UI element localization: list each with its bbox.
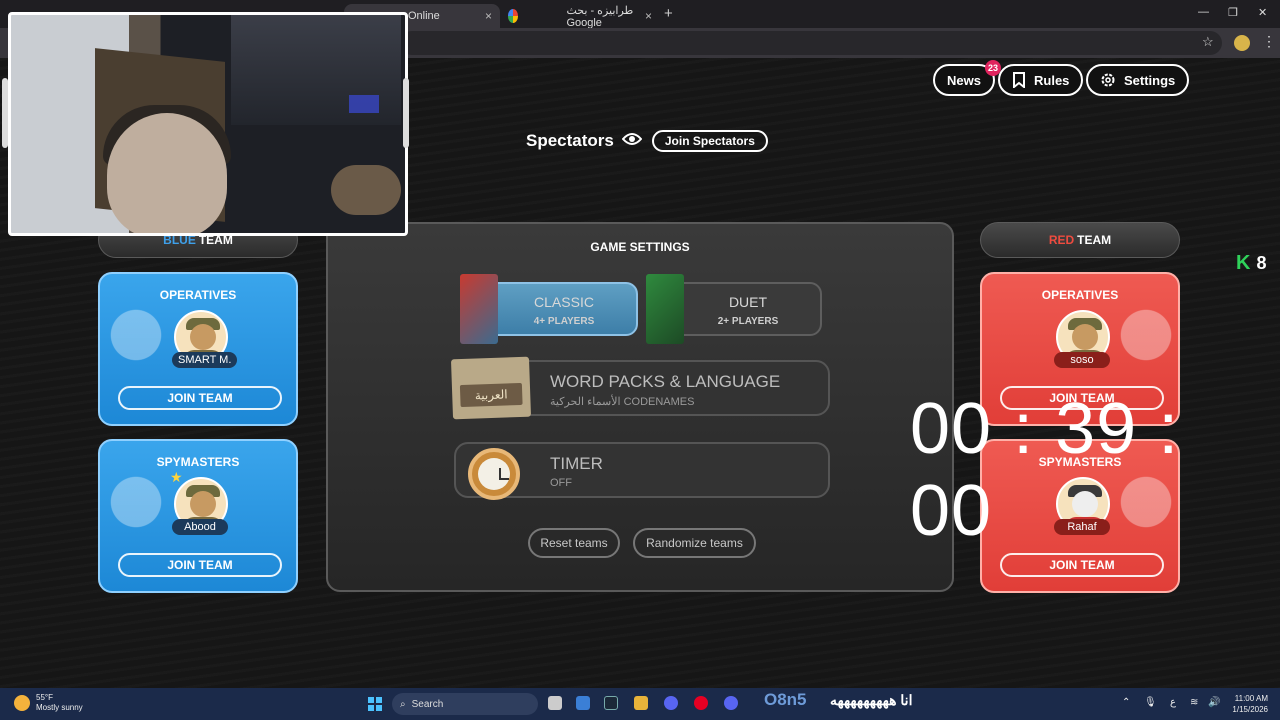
card-title: OPERATIVES xyxy=(159,288,237,302)
codenames-duet-box-image xyxy=(646,274,684,344)
stopwatch-icon xyxy=(468,448,520,500)
red-team-header: RED TEAM xyxy=(980,222,1180,258)
kick-count: 8 xyxy=(1256,253,1267,273)
pinterest-icon[interactable] xyxy=(694,696,708,710)
player-name: Abood xyxy=(172,519,228,535)
word-packs-title: WORD PACKS & LANGUAGE xyxy=(550,372,781,391)
red-team-prefix: RED xyxy=(1048,233,1075,247)
codenames-classic-box-image xyxy=(460,274,498,344)
discord-icon[interactable] xyxy=(664,696,678,710)
bookmark-icon xyxy=(1012,72,1026,88)
settings-button[interactable]: Settings xyxy=(1086,64,1190,96)
red-team-suffix: TEAM xyxy=(1077,233,1112,247)
mode-name: DUET xyxy=(728,294,768,310)
steam-icon[interactable] xyxy=(604,696,618,710)
game-settings-title: GAME SETTINGS xyxy=(590,240,690,254)
join-team-button[interactable]: JOIN TEAM xyxy=(1000,553,1164,577)
menu-kebab-icon[interactable]: ⋮ xyxy=(1262,33,1276,50)
weather-temp: 55°F xyxy=(36,693,53,702)
player-name: SMART M. xyxy=(172,352,238,368)
timer-value: OFF xyxy=(550,477,572,489)
player-name: soso xyxy=(1054,352,1110,368)
clock-time: 11:00 AM xyxy=(1234,694,1268,703)
close-window-button[interactable]: ✕ xyxy=(1258,6,1267,19)
tab-title: Online xyxy=(408,10,440,22)
blue-operatives-card: OPERATIVES SMART M. JOIN TEAM xyxy=(98,272,298,426)
wifi-icon[interactable]: ≋ xyxy=(1190,697,1198,708)
tab-title: طرابيزه - بحث Google xyxy=(566,4,634,29)
file-explorer-icon[interactable] xyxy=(634,696,648,710)
spectators-section: Spectators Join Spectators xyxy=(526,130,768,152)
crown-icon: ★ xyxy=(170,469,183,485)
copilot-icon[interactable] xyxy=(576,696,590,710)
eye-icon xyxy=(621,131,643,151)
minimize-button[interactable]: — xyxy=(1198,6,1209,18)
word-pack-box-image: العربية xyxy=(450,356,532,420)
discord-icon[interactable] xyxy=(724,696,738,710)
taskbar-clock[interactable]: 11:00 AM 1/15/2026 xyxy=(1228,693,1268,715)
sun-icon xyxy=(14,695,30,711)
timer-title: TIMER xyxy=(550,454,603,473)
settings-label: Settings xyxy=(1124,72,1176,88)
search-placeholder: Search xyxy=(411,698,444,710)
tab-close-button[interactable]: × xyxy=(485,9,492,23)
word-pack-box-label: العربية xyxy=(459,382,523,408)
reset-teams-button[interactable]: Reset teams xyxy=(528,528,620,558)
kick-counter: K 8 xyxy=(1236,252,1266,275)
rules-button[interactable]: Rules xyxy=(998,64,1084,96)
webcam-overlay-image xyxy=(8,12,408,236)
windows-start-icon[interactable] xyxy=(368,697,382,711)
gear-icon xyxy=(1100,72,1116,88)
profile-avatar[interactable] xyxy=(1234,35,1250,51)
mode-players: 2+ PLAYERS xyxy=(717,316,779,327)
randomize-teams-button[interactable]: Randomize teams xyxy=(633,528,756,558)
task-view-icon[interactable] xyxy=(548,696,562,710)
rules-label: Rules xyxy=(1034,72,1070,88)
tray-chevron-icon[interactable]: ⌃ xyxy=(1122,697,1130,708)
tab-close-button[interactable]: × xyxy=(645,9,652,23)
tab-google-search[interactable]: طرابيزه - بحث Google × xyxy=(500,4,660,29)
card-title: OPERATIVES xyxy=(1041,288,1119,302)
clock-date: 1/15/2026 xyxy=(1232,705,1268,714)
windows-taskbar: 55°F Mostly sunny ⌕ Search O8n5 انا هههه… xyxy=(0,688,1280,720)
join-team-button[interactable]: JOIN TEAM xyxy=(118,553,282,577)
microphone-icon[interactable]: 🎙 xyxy=(1144,697,1157,708)
card-title: SPYMASTERS xyxy=(156,455,240,469)
spectators-title: Spectators xyxy=(526,131,614,150)
mode-name: CLASSIC xyxy=(534,294,594,310)
word-packs-value: الأسماء الحركية CODENAMES xyxy=(550,396,695,408)
stream-overlay-arabic: انا هههههههههه xyxy=(830,692,913,708)
restore-button[interactable]: ❐ xyxy=(1228,6,1238,19)
join-team-button[interactable]: JOIN TEAM xyxy=(118,386,282,410)
address-bar[interactable] xyxy=(400,31,1222,55)
word-packs-button[interactable]: العربية WORD PACKS & LANGUAGE الأسماء ال… xyxy=(450,356,830,420)
bookmark-star-icon[interactable]: ☆ xyxy=(1202,34,1214,50)
timer-button[interactable]: TIMER OFF xyxy=(454,442,830,500)
mode-players: 4+ PLAYERS xyxy=(533,316,595,327)
stream-overlay-text: O8n5 xyxy=(764,690,807,709)
news-label: News xyxy=(947,72,981,88)
volume-icon[interactable]: 🔊 xyxy=(1208,697,1220,708)
kick-logo-icon: K xyxy=(1236,252,1251,274)
new-tab-button[interactable]: + xyxy=(664,5,673,22)
countdown-overlay: 00 : 39 : 00 xyxy=(910,389,1180,551)
webcam-frame-right xyxy=(403,78,409,148)
webcam-frame-left xyxy=(2,78,8,148)
join-spectators-button[interactable]: Join Spectators xyxy=(651,130,768,152)
weather-desc: Mostly sunny xyxy=(36,703,83,712)
game-settings-panel: GAME SETTINGS CLASSIC 4+ PLAYERS DUET 2+… xyxy=(326,222,954,592)
language-indicator[interactable]: ع xyxy=(1170,697,1176,708)
taskbar-search[interactable]: ⌕ Search xyxy=(392,693,538,715)
google-icon xyxy=(508,9,519,23)
search-icon: ⌕ xyxy=(400,698,406,710)
weather-widget[interactable]: 55°F Mostly sunny xyxy=(14,693,83,713)
news-button[interactable]: News 23 xyxy=(933,60,1001,96)
blue-spymasters-card: SPYMASTERS ★ Abood JOIN TEAM xyxy=(98,439,298,593)
